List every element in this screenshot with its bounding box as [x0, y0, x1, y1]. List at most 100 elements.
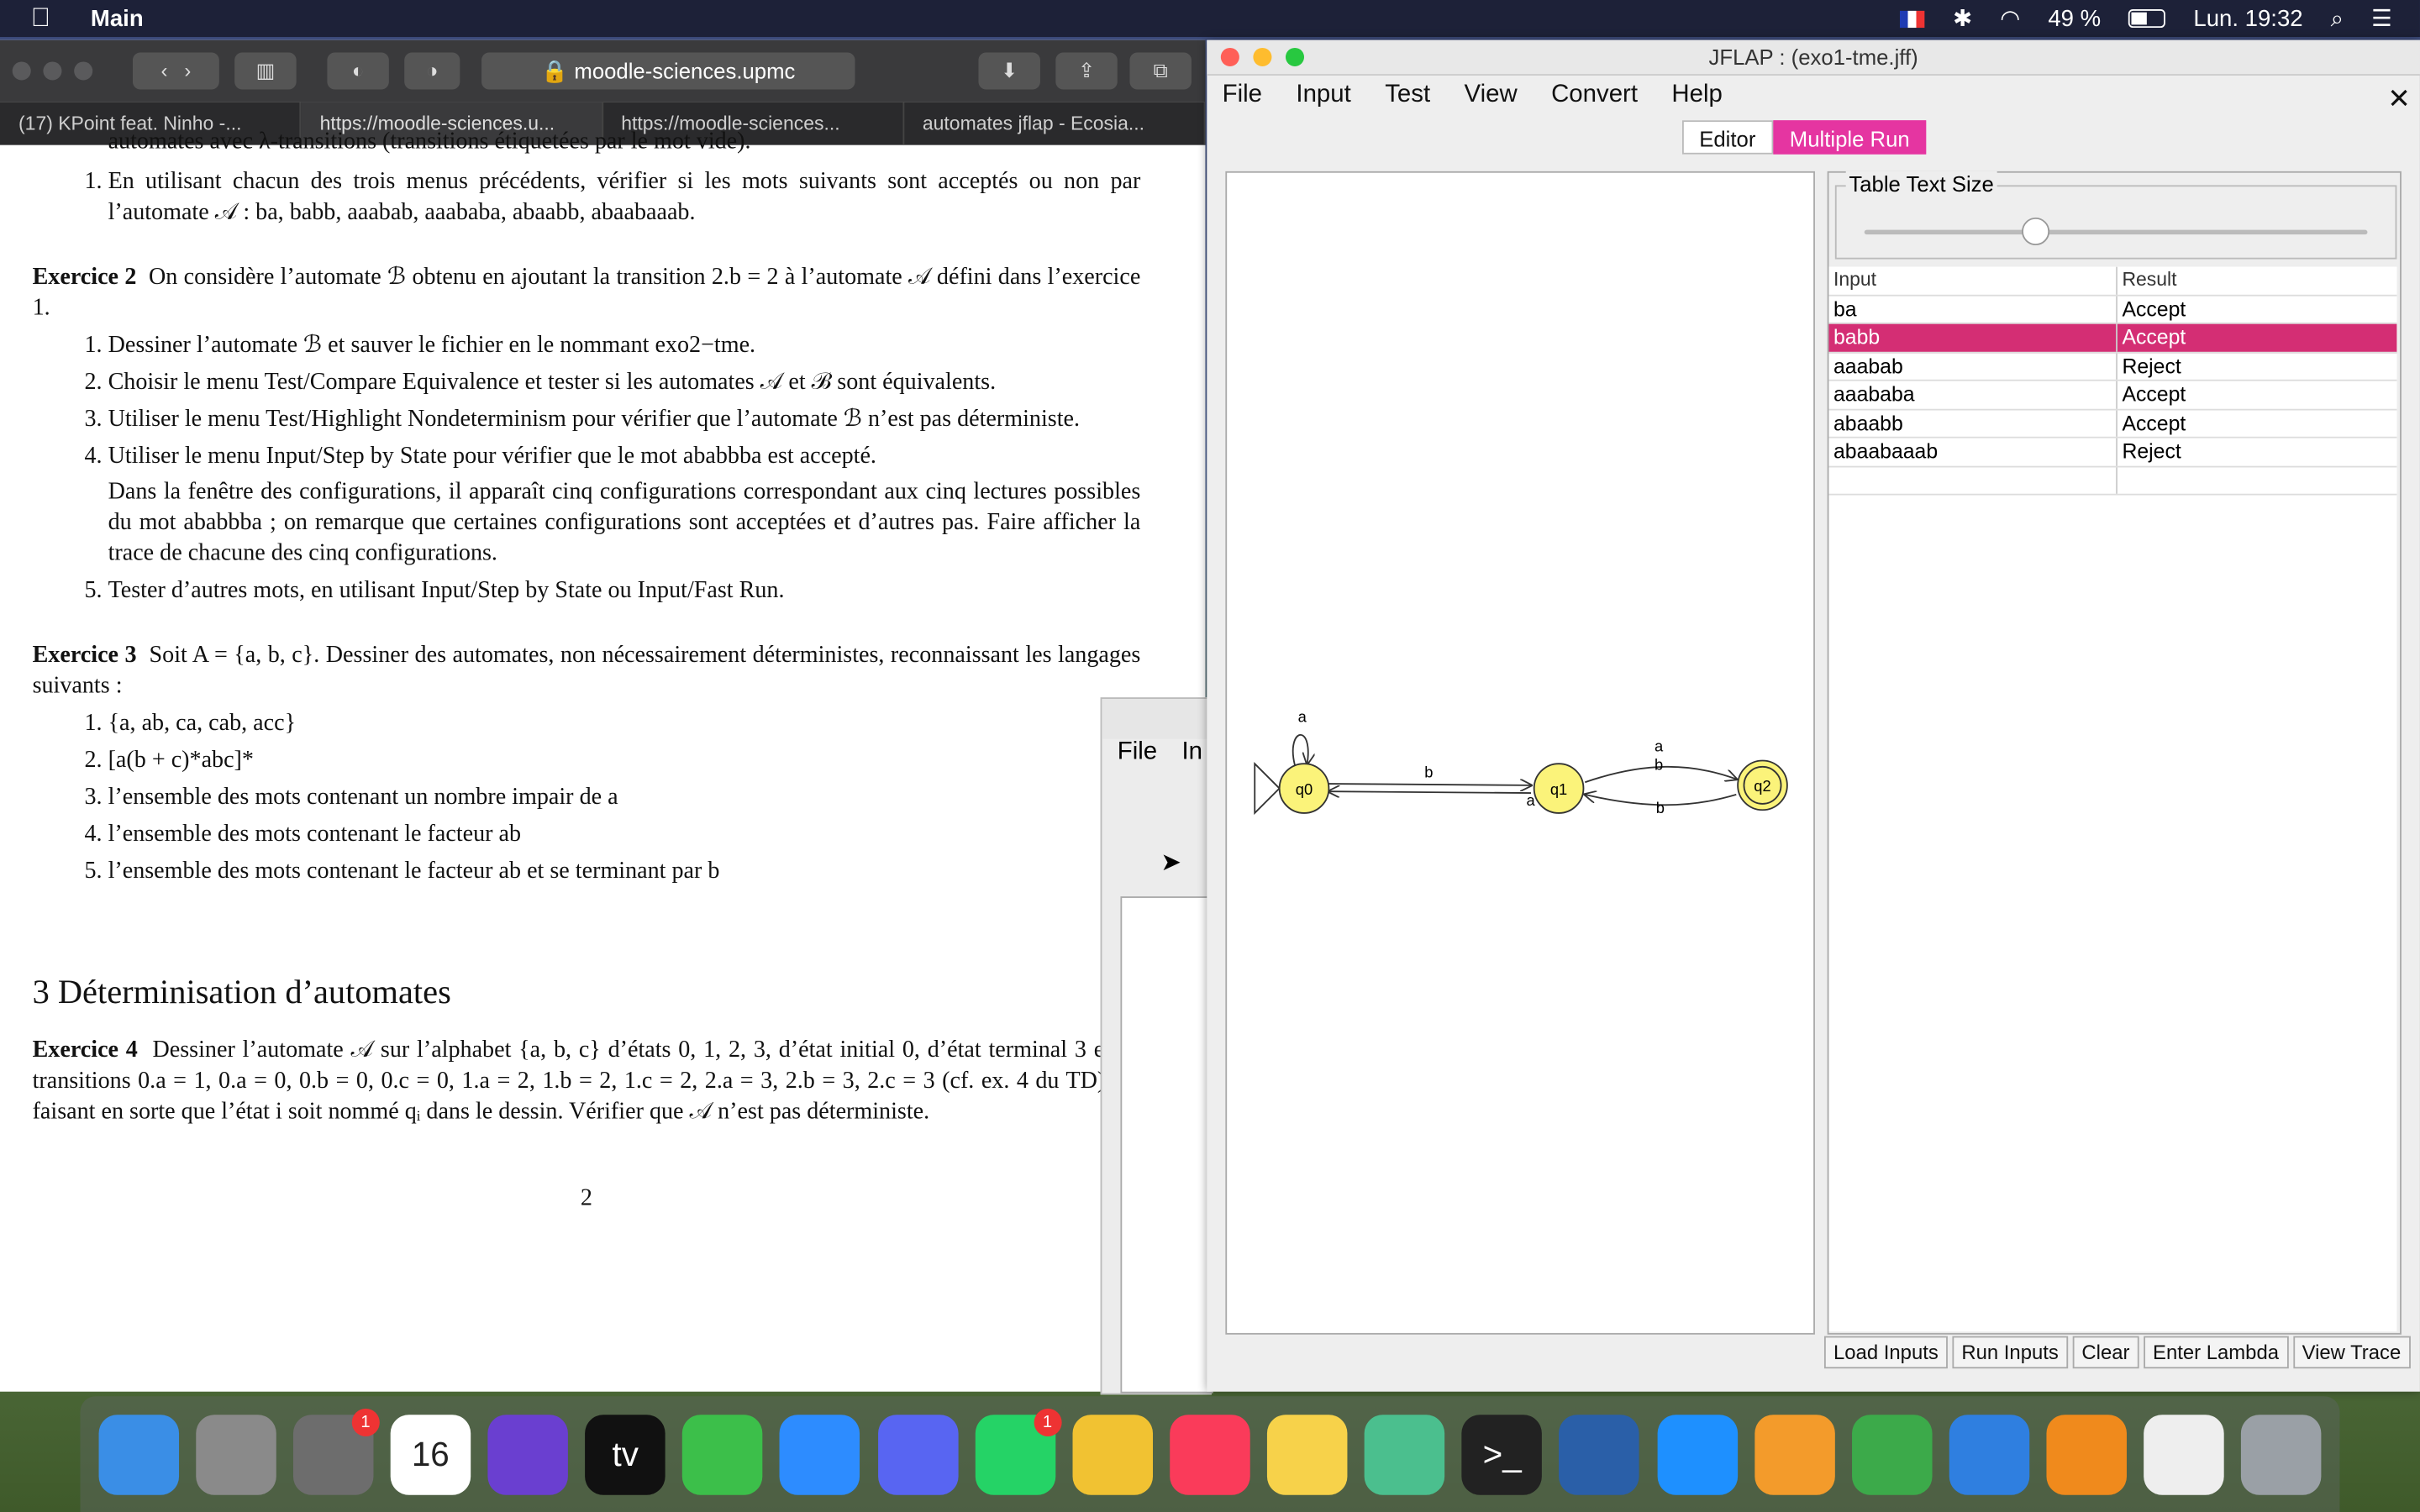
address-bar[interactable]: 🔒 moodle-sciences.upmc	[481, 52, 855, 90]
privacy-report-icon[interactable]: ◐	[327, 52, 389, 90]
clear-button[interactable]: Clear	[2072, 1336, 2139, 1369]
enter-lambda-button[interactable]: Enter Lambda	[2144, 1336, 2289, 1369]
zoom-window-button[interactable]	[1285, 47, 1305, 66]
minimize-window-button[interactable]	[43, 61, 62, 81]
table-row[interactable]: ba Accept	[1828, 295, 2397, 324]
exercise4-title: Exercice 4	[32, 1037, 138, 1063]
close-window-button[interactable]	[12, 61, 31, 81]
discord-icon[interactable]	[877, 1414, 958, 1494]
exercise3-title: Exercice 3	[32, 642, 137, 669]
pages-icon[interactable]	[1754, 1414, 1835, 1494]
table-row[interactable]: abaabb Accept	[1828, 409, 2397, 438]
table-row[interactable]: abaabaaab Reject	[1828, 438, 2397, 467]
facetime-icon[interactable]	[682, 1414, 763, 1494]
url-text: moodle-sciences.upmc	[574, 58, 796, 84]
menu-test[interactable]: Test	[1385, 76, 1430, 116]
column-header-result[interactable]: Result	[2118, 267, 2396, 294]
zoom-icon[interactable]	[780, 1414, 860, 1494]
exercise3-paragraph: Exercice 3 Soit A = {a, b, c}. Dessiner …	[33, 640, 1141, 701]
menu-input[interactable]: Input	[1296, 76, 1350, 116]
active-app-name[interactable]: Main	[91, 5, 144, 31]
load-inputs-button[interactable]: Load Inputs	[1823, 1336, 1948, 1369]
dock: 1 16 tv 1 >_	[80, 1396, 2340, 1512]
column-header-input[interactable]: Input	[1828, 266, 2118, 294]
notes-icon[interactable]	[1267, 1414, 1348, 1494]
tab-overview-icon[interactable]: ⧉	[1129, 52, 1192, 90]
tab-multiple-run[interactable]: Multiple Run	[1772, 120, 1927, 155]
input-cell[interactable]: aaabab	[1828, 352, 2118, 380]
vlc-icon[interactable]	[2046, 1414, 2128, 1494]
table-row-selected[interactable]: babb Accept	[1828, 323, 2397, 353]
back-forward-buttons[interactable]: ‹ ›	[132, 52, 219, 90]
clock[interactable]: Lun. 19:32	[2193, 5, 2302, 31]
control-center-icon[interactable]: ☰	[2371, 5, 2392, 32]
keynote-icon[interactable]	[1949, 1414, 2030, 1494]
menu-convert[interactable]: Convert	[1551, 76, 1638, 116]
input-cell[interactable]: ba	[1828, 295, 2118, 323]
exercise2-item: Dessiner l’automate ℬ et sauver le fichi…	[108, 330, 1141, 361]
trash-icon[interactable]	[2241, 1414, 2322, 1494]
downloads-icon[interactable]: ⬇	[978, 52, 1040, 90]
close-window-button[interactable]	[1220, 47, 1239, 66]
calendar-icon[interactable]: 16	[390, 1414, 471, 1494]
multiple-run-panel: Table Text Size Input Result ba Accept ba…	[1827, 171, 2402, 1335]
initial-state-arrow	[1254, 761, 1281, 816]
shields-icon[interactable]: ◑	[404, 52, 460, 90]
music-icon[interactable]	[1170, 1414, 1250, 1494]
table-row[interactable]: aaababa Accept	[1828, 381, 2397, 410]
input-cell[interactable]: babb	[1828, 323, 2118, 351]
apple-menu-icon[interactable]: 	[31, 3, 50, 34]
virtualbox-icon[interactable]	[1559, 1414, 1640, 1494]
menu-file[interactable]: File	[1223, 76, 1262, 116]
view-trace-button[interactable]: View Trace	[2292, 1336, 2411, 1369]
apple-tv-icon[interactable]: tv	[585, 1414, 666, 1494]
table-header: Input Result	[1828, 266, 2397, 296]
automaton-canvas[interactable]: a b a a b b q0 q1 q2	[1225, 171, 1815, 1335]
input-source-flag-icon[interactable]	[1900, 9, 1926, 28]
numbers-icon[interactable]	[1851, 1414, 1933, 1494]
zoom-window-button[interactable]	[74, 61, 93, 81]
background-jflap-window[interactable]: File In ➤	[1100, 697, 1213, 1395]
text-size-slider-knob[interactable]	[2022, 217, 2050, 246]
finder-icon[interactable]	[97, 1414, 179, 1494]
q2-q1-label: b	[1656, 799, 1665, 816]
input-cell[interactable]	[1828, 466, 2118, 494]
close-tab-icon[interactable]: ✕	[2387, 79, 2411, 119]
input-cell[interactable]: aaababa	[1828, 381, 2118, 408]
minimize-window-button[interactable]	[1253, 47, 1272, 66]
calendar-label: 16	[411, 1434, 450, 1473]
table-row-empty[interactable]	[1828, 466, 2397, 496]
table-row[interactable]: aaabab Reject	[1828, 352, 2397, 381]
whatsapp-icon[interactable]: 1	[975, 1407, 1062, 1494]
spotlight-search-icon[interactable]: ⌕	[2331, 5, 2344, 31]
system-preferences-icon[interactable]: 1	[292, 1407, 380, 1494]
exercise2-item: Tester d’autres mots, en utilisant Input…	[108, 575, 1141, 606]
input-cell[interactable]: abaabb	[1828, 409, 2118, 437]
atom-icon[interactable]	[1364, 1414, 1445, 1494]
exercise2-paragraph: Exercice 2 On considère l’automate ℬ obt…	[33, 262, 1141, 323]
imovie-icon[interactable]	[487, 1414, 569, 1494]
input-cell[interactable]: abaabaaab	[1828, 438, 2118, 465]
pointer-tool-icon[interactable]: ➤	[1160, 847, 1181, 878]
battery-percent[interactable]: 49 %	[2048, 5, 2101, 31]
launchpad-icon[interactable]	[195, 1414, 276, 1494]
text-size-slider-track[interactable]	[1864, 229, 2368, 235]
terminal-icon[interactable]: >_	[1461, 1414, 1543, 1494]
photos-icon[interactable]	[1072, 1414, 1153, 1494]
wifi-icon[interactable]: ◠	[2000, 5, 2020, 32]
safari-icon[interactable]	[1656, 1414, 1738, 1494]
java-icon[interactable]	[2144, 1414, 2225, 1494]
run-inputs-button[interactable]: Run Inputs	[1952, 1336, 2068, 1369]
menu-help[interactable]: Help	[1671, 76, 1722, 116]
share-icon[interactable]: ⇪	[1055, 52, 1118, 90]
sidebar-toggle-icon[interactable]: ▥	[234, 52, 297, 90]
bluetooth-icon[interactable]: ✱	[1953, 5, 1972, 32]
automaton-diagram: a b a a b b q0 q1 q2	[1254, 708, 1788, 816]
menu-view[interactable]: View	[1465, 76, 1518, 116]
battery-icon[interactable]	[2128, 9, 2166, 29]
editor-canvas[interactable]	[1120, 896, 1213, 1394]
menu-file[interactable]: File	[1118, 739, 1157, 767]
exercise2-title: Exercice 2	[32, 264, 137, 291]
menu-input[interactable]: In	[1182, 739, 1203, 767]
tab-editor[interactable]: Editor	[1682, 120, 1773, 155]
